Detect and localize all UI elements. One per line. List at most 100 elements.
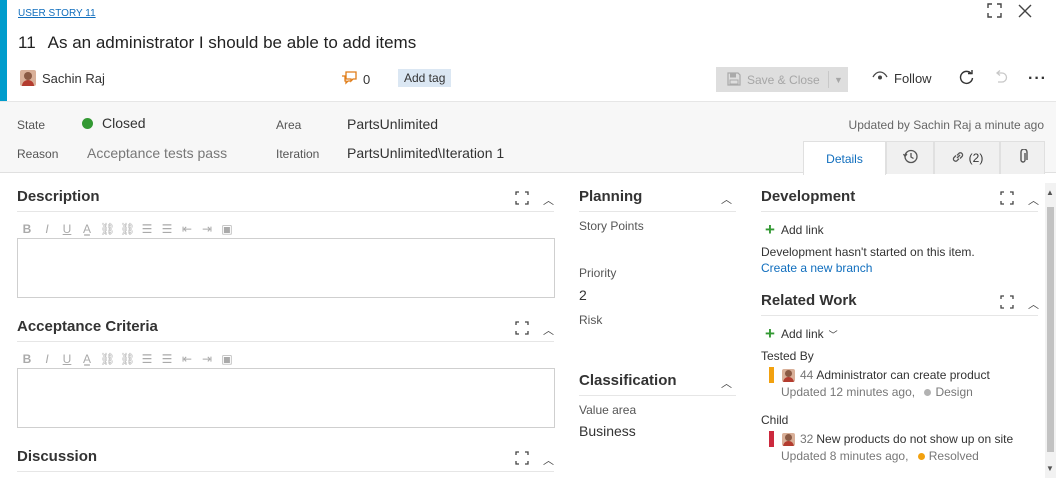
tab-details-label: Details — [826, 151, 863, 166]
close-icon[interactable] — [1018, 4, 1032, 21]
expand-icon[interactable] — [515, 321, 529, 338]
collapse-caret-icon[interactable]: ︿ — [721, 375, 732, 391]
iteration-picker[interactable]: PartsUnlimited\Iteration 1 — [347, 145, 504, 161]
unlink-icon[interactable]: ⛓ — [120, 222, 135, 236]
numbering-icon[interactable]: ☰ — [160, 222, 174, 236]
collapse-caret-icon[interactable]: ︿ — [543, 192, 554, 208]
expand-icon[interactable] — [1000, 295, 1014, 312]
collapse-caret-icon[interactable]: ︿ — [543, 452, 554, 468]
related-item-title[interactable]: New products do not show up on site — [816, 432, 1013, 446]
state-dropdown[interactable]: Closed — [82, 115, 146, 131]
tab-links[interactable]: (2) — [934, 141, 1000, 174]
chevron-down-icon: ﹀ — [828, 329, 838, 340]
outdent-icon[interactable]: ⇤ — [180, 352, 194, 366]
expand-icon[interactable] — [1000, 191, 1014, 208]
discussion-title: Discussion — [17, 448, 98, 465]
assignee-picker[interactable]: Sachin Raj — [20, 70, 105, 86]
related-item-status: Design — [935, 385, 973, 399]
history-icon — [902, 149, 918, 167]
development-add-link[interactable]: + Add link — [765, 220, 824, 240]
links-count: (2) — [968, 151, 984, 165]
description-section-controls: ︿ — [515, 191, 554, 208]
collapse-caret-icon[interactable]: ︿ — [1028, 192, 1039, 208]
description-editor[interactable] — [17, 238, 555, 298]
collapse-caret-icon[interactable]: ︿ — [721, 191, 732, 207]
create-branch-link[interactable]: Create a new branch — [761, 261, 872, 275]
chevron-down-icon[interactable]: ▼ — [829, 75, 848, 85]
bold-icon[interactable]: B — [20, 222, 34, 236]
acceptance-criteria-title: Acceptance Criteria — [17, 318, 158, 335]
tab-details[interactable]: Details — [803, 141, 886, 175]
link-icon — [951, 150, 965, 167]
story-points-field[interactable] — [579, 240, 729, 258]
underline-icon[interactable]: U — [60, 352, 74, 366]
related-work-title: Related Work — [761, 292, 857, 309]
updated-by-text[interactable]: Updated by Sachin Raj a minute ago — [849, 118, 1044, 132]
save-close-button[interactable]: Save & Close ▼ — [716, 67, 848, 92]
indent-icon[interactable]: ⇥ — [200, 352, 214, 366]
comments-button[interactable]: 0 — [341, 71, 370, 88]
highlight-icon[interactable]: A͇ — [80, 352, 94, 366]
italic-icon[interactable]: I — [40, 222, 54, 236]
highlight-icon[interactable]: A͇ — [80, 222, 94, 236]
scroll-down-icon[interactable]: ▼ — [1046, 464, 1054, 473]
state-value: Closed — [102, 115, 146, 131]
maximize-icon[interactable] — [987, 3, 1002, 21]
value-area-label: Value area — [579, 403, 637, 417]
follow-label: Follow — [894, 71, 932, 86]
description-rule — [17, 211, 554, 212]
collapse-caret-icon[interactable]: ︿ — [543, 322, 554, 338]
follow-button[interactable]: Follow — [872, 71, 932, 86]
numbering-icon[interactable]: ☰ — [160, 352, 174, 366]
unlink-icon[interactable]: ⛓ — [120, 352, 135, 366]
related-item-title[interactable]: Administrator can create product — [816, 368, 989, 382]
expand-icon[interactable] — [515, 451, 529, 468]
state-label: State — [17, 118, 46, 132]
eye-icon — [872, 71, 888, 86]
related-work-rule — [761, 315, 1038, 316]
bullets-icon[interactable]: ☰ — [140, 352, 154, 366]
add-tag-button[interactable]: Add tag — [398, 69, 452, 87]
area-picker[interactable]: PartsUnlimited — [347, 116, 438, 132]
work-item-id: 11 — [18, 33, 36, 52]
work-item-type-link[interactable]: USER STORY 11 — [18, 8, 96, 19]
bold-icon[interactable]: B — [20, 352, 34, 366]
status-dot — [917, 453, 925, 460]
value-area-field[interactable]: Business — [579, 423, 636, 439]
collapse-caret-icon[interactable]: ︿ — [1028, 296, 1039, 312]
priority-field[interactable]: 2 — [579, 287, 587, 303]
more-icon[interactable]: ··· — [1028, 70, 1047, 88]
bullets-icon[interactable]: ☰ — [140, 222, 154, 236]
state-indicator — [82, 118, 93, 129]
related-item-tested-by[interactable]: 44 Administrator can create product — [769, 367, 990, 383]
undo-icon[interactable] — [994, 70, 1008, 88]
related-item-child[interactable]: 32 New products do not show up on site — [769, 431, 1013, 447]
development-title: Development — [761, 188, 856, 205]
acceptance-criteria-editor[interactable] — [17, 368, 555, 428]
risk-field[interactable] — [579, 334, 729, 352]
related-item-status: Resolved — [928, 449, 979, 463]
plus-icon: + — [765, 220, 775, 239]
tested-by-label: Tested By — [761, 349, 814, 363]
tab-attachments[interactable] — [1000, 141, 1045, 174]
avatar — [782, 432, 795, 446]
save-icon — [727, 72, 741, 89]
reason-dropdown[interactable]: Acceptance tests pass — [87, 145, 227, 161]
status-dot — [924, 389, 932, 396]
related-work-add-link[interactable]: + Add link ﹀ — [765, 324, 838, 344]
link-icon[interactable]: ⛓ — [100, 222, 115, 236]
work-item-title[interactable]: 11 As an administrator I should be able t… — [18, 33, 416, 53]
tab-history[interactable] — [886, 141, 934, 174]
work-item-title-text[interactable]: As an administrator I should be able to … — [48, 33, 417, 52]
indent-icon[interactable]: ⇥ — [200, 222, 214, 236]
refresh-icon[interactable] — [958, 69, 975, 89]
scroll-up-icon[interactable]: ▲ — [1046, 188, 1054, 197]
image-icon[interactable]: ▣ — [220, 352, 234, 366]
link-icon[interactable]: ⛓ — [100, 352, 115, 366]
italic-icon[interactable]: I — [40, 352, 54, 366]
expand-icon[interactable] — [515, 191, 529, 208]
image-icon[interactable]: ▣ — [220, 222, 234, 236]
underline-icon[interactable]: U — [60, 222, 74, 236]
scrollbar-thumb[interactable] — [1047, 207, 1054, 452]
outdent-icon[interactable]: ⇤ — [180, 222, 194, 236]
